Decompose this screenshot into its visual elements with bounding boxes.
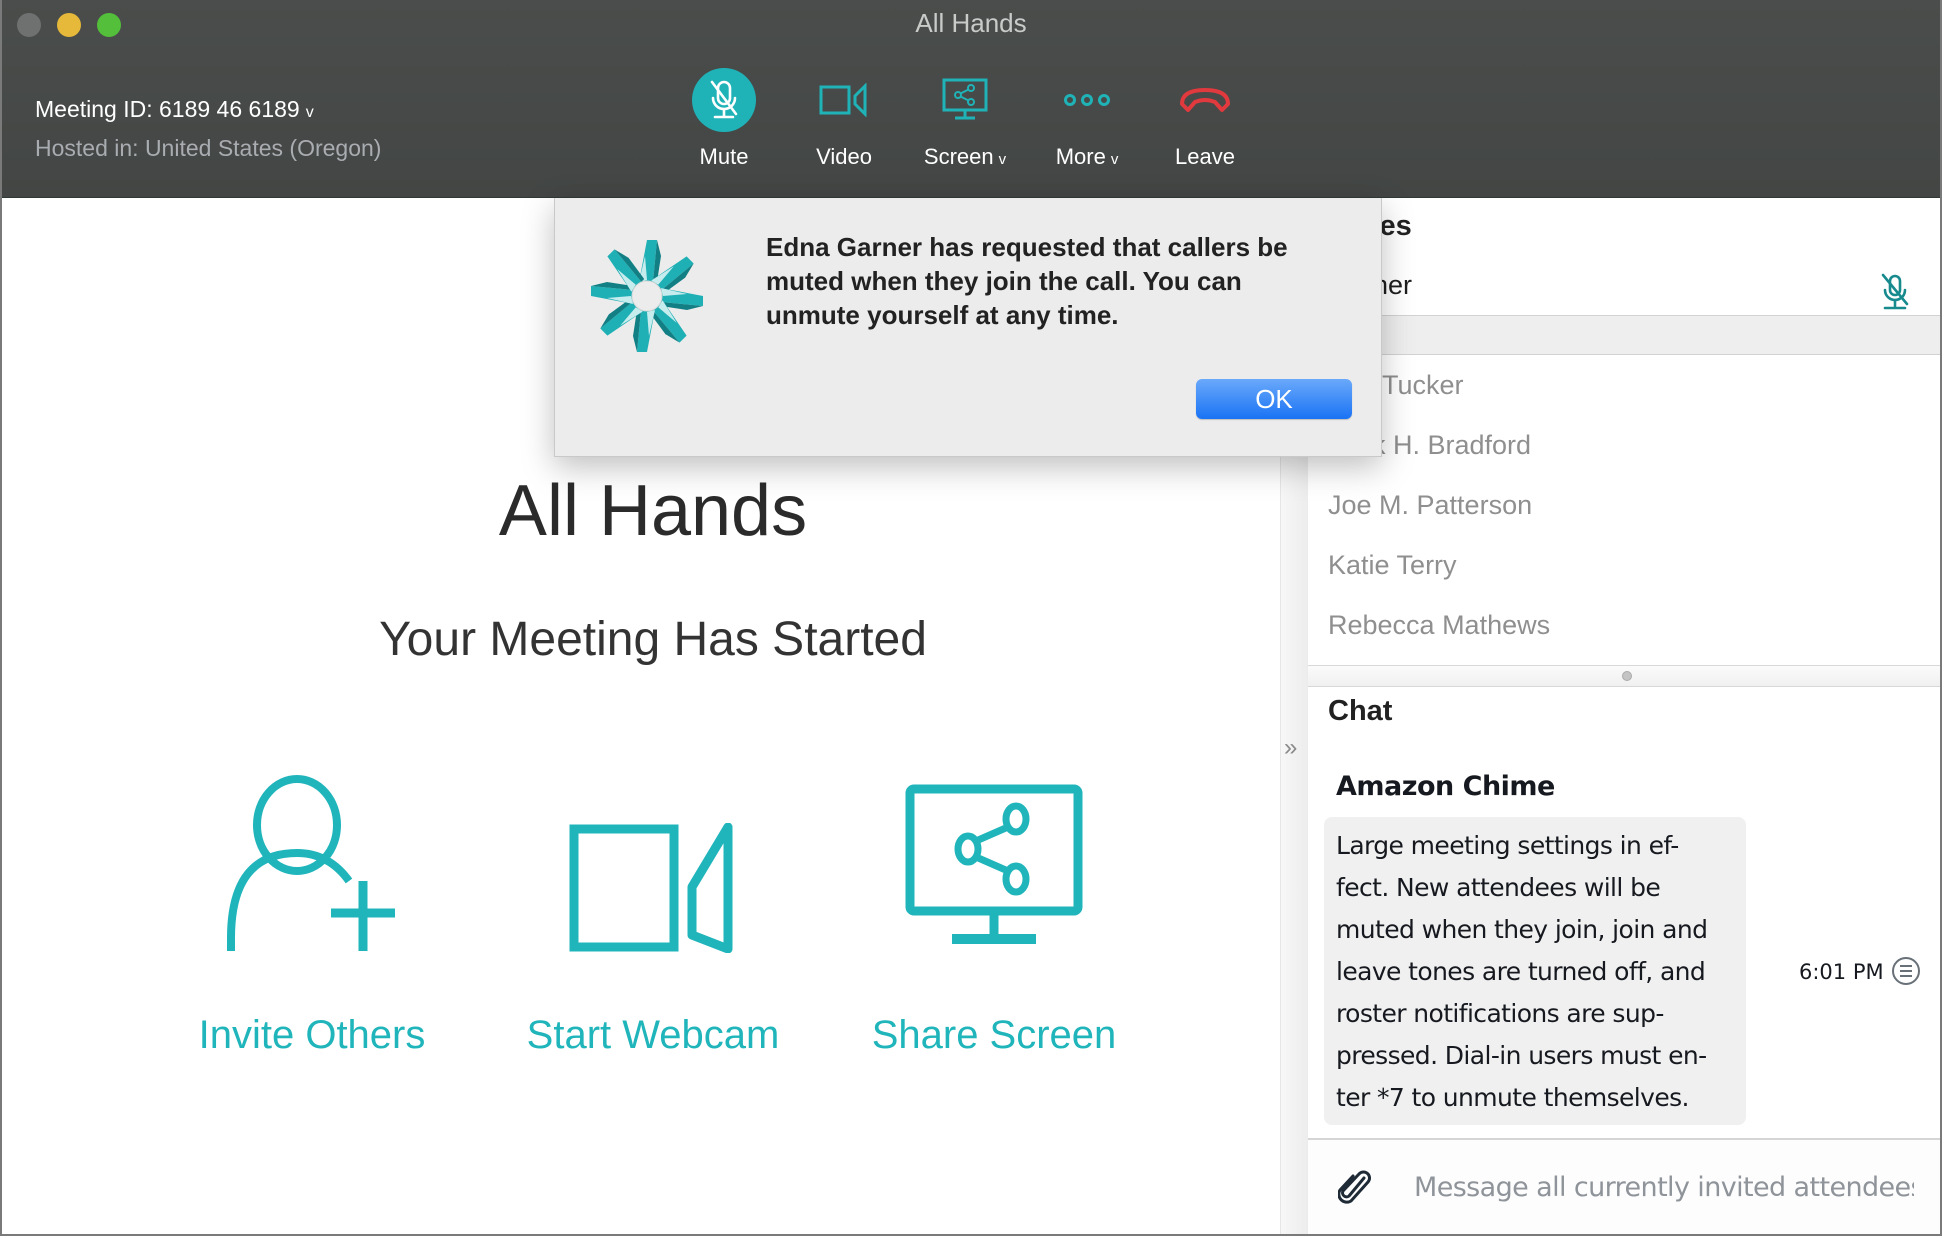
mute-notice-dialog: Edna Garner has requested that callers b…: [554, 198, 1382, 457]
chevron-down-icon: v: [305, 104, 314, 121]
add-person-icon: [152, 753, 472, 953]
more-label: More: [1055, 144, 1106, 169]
more-button[interactable]: More v: [1027, 66, 1147, 170]
share-screen-label: Share Screen: [871, 1013, 1117, 1057]
message-line: Large meeting settings in ef-: [1336, 831, 1679, 860]
chevron-down-icon: v: [998, 151, 1007, 168]
app-window: All Hands Meeting ID: 6189 46 6189 v Host…: [0, 0, 1942, 1236]
mute-button[interactable]: Mute: [664, 66, 784, 170]
hang-up-phone-icon: [1145, 66, 1265, 134]
paperclip-icon[interactable]: [1337, 1170, 1374, 1211]
side-panel: ndees Garner ed Tucker k H. Bradford: [1308, 198, 1940, 1234]
message-line: pressed. Dial-in users must en-: [1336, 1041, 1707, 1070]
collapse-panel-icon[interactable]: »: [1284, 734, 1297, 762]
more-dots-icon: [1027, 66, 1147, 134]
video-label: Video: [816, 144, 872, 169]
attendee-name: Katie Terry: [1328, 550, 1457, 580]
message-line: ter *7 to unmute themselves.: [1336, 1083, 1690, 1112]
attendee-row[interactable]: Katie Terry: [1328, 550, 1940, 598]
meeting-title: All Hands: [498, 471, 808, 551]
video-camera-icon: [784, 66, 904, 134]
meeting-status: Your Meeting Has Started: [379, 613, 927, 666]
message-line: muted when they join, join and: [1336, 915, 1708, 944]
mute-label: Mute: [699, 144, 749, 169]
meeting-id-label: Meeting ID: 6189 46 6189: [35, 96, 300, 122]
message-timestamp: 6:01 PM: [1799, 960, 1884, 984]
share-screen-button[interactable]: Share Screen: [834, 753, 1154, 1058]
start-webcam-button[interactable]: Start Webcam: [493, 753, 813, 1058]
meeting-id-dropdown[interactable]: Meeting ID: 6189 46 6189 v: [35, 96, 314, 123]
leave-label: Leave: [1175, 144, 1235, 169]
attendee-row[interactable]: Joe M. Patterson: [1328, 490, 1940, 538]
dialog-message-line: unmute yourself at any time.: [766, 300, 1119, 330]
toolbar: All Hands Meeting ID: 6189 46 6189 v Host…: [2, 0, 1940, 198]
message-line: leave tones are turned off, and: [1336, 957, 1706, 986]
attendee-row[interactable]: Garner: [1328, 270, 1940, 318]
chat-message-input[interactable]: [1412, 1164, 1916, 1210]
hosted-in-label: Hosted in: United States (Oregon): [35, 135, 382, 161]
attendee-row[interactable]: Tucker: [1328, 370, 1940, 418]
screen-share-icon: [834, 753, 1154, 953]
amazon-chime-logo-icon: [587, 236, 707, 361]
screen-button[interactable]: Screen v: [905, 66, 1025, 170]
attendee-name: Rebecca Mathews: [1328, 610, 1551, 640]
message-sender: Amazon Chime: [1336, 771, 1555, 802]
message-line: roster notifications are sup-: [1336, 999, 1664, 1028]
start-webcam-label: Start Webcam: [526, 1013, 780, 1057]
invited-section-header: ed: [1308, 315, 1940, 355]
video-camera-icon: [493, 753, 813, 953]
attendee-name: Joe M. Patterson: [1328, 490, 1533, 520]
dialog-message-line: Edna Garner has requested that callers b…: [766, 232, 1288, 262]
mic-muted-icon[interactable]: [1880, 272, 1910, 319]
invite-others-button[interactable]: Invite Others: [152, 753, 472, 1058]
chevron-down-icon: v: [1110, 151, 1119, 168]
dialog-message: Edna Garner has requested that callers b…: [766, 230, 1346, 332]
panel-resize-splitter[interactable]: [1308, 665, 1940, 687]
leave-button[interactable]: Leave: [1145, 66, 1265, 170]
chat-input-area: [1308, 1138, 1940, 1234]
invite-others-label: Invite Others: [198, 1013, 426, 1057]
dialog-message-line: muted when they join the call. You can: [766, 266, 1242, 296]
attendee-row[interactable]: Rebecca Mathews: [1328, 610, 1940, 658]
mic-muted-icon: [692, 68, 756, 132]
ok-button[interactable]: OK: [1196, 379, 1352, 419]
video-button[interactable]: Video: [784, 66, 904, 170]
attendee-row[interactable]: k H. Bradford: [1328, 430, 1940, 478]
chat-header: Chat: [1328, 695, 1393, 727]
message-line: fect. New attendees will be: [1336, 873, 1661, 902]
message-options-icon[interactable]: [1892, 957, 1920, 985]
splitter-knob[interactable]: [1622, 671, 1632, 681]
window-title: All Hands: [915, 8, 1027, 38]
chat-message: Large meeting settings in ef- fect. New …: [1324, 817, 1746, 1125]
screen-label: Screen: [923, 144, 994, 169]
screen-share-icon: [905, 66, 1025, 134]
